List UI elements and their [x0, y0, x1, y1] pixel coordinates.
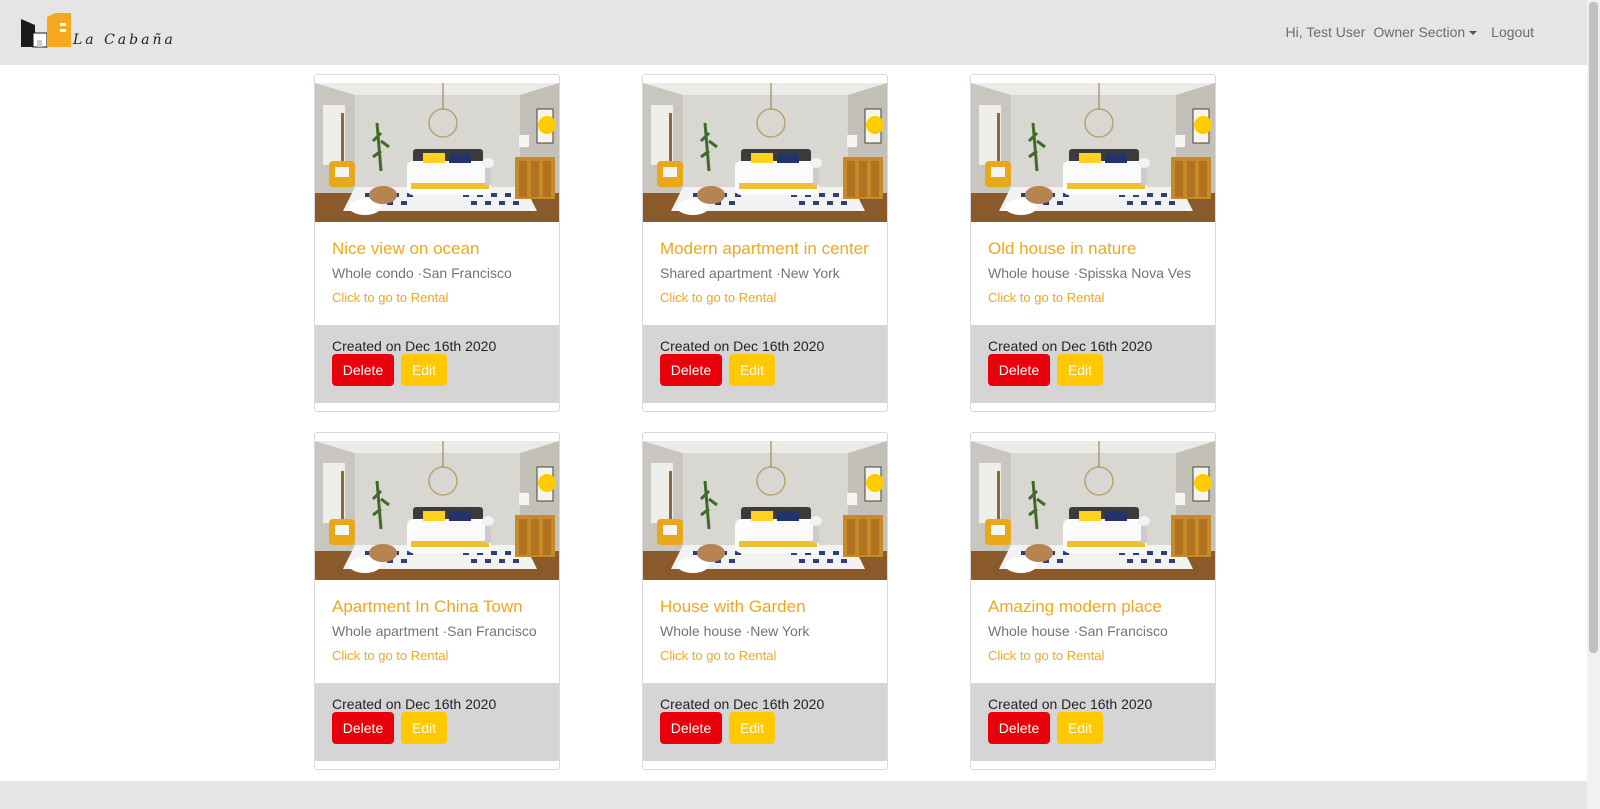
rental-card: House with Garden Whole house ·New York … [642, 432, 888, 770]
rental-image [971, 83, 1215, 222]
rental-city: Spisska Nova Ves [1078, 265, 1192, 281]
rental-subtitle: Whole apartment ·San Francisco [332, 623, 537, 639]
rental-link[interactable]: Click to go to Rental [988, 648, 1104, 663]
card-footer: Created on Dec 16th 2020 Delete Edit [643, 325, 887, 403]
rental-title: Amazing modern place [988, 597, 1162, 616]
card-footer: Created on Dec 16th 2020 Delete Edit [643, 683, 887, 761]
rental-subtitle: Whole condo ·San Francisco [332, 265, 512, 281]
rental-card: Nice view on ocean Whole condo ·San Fran… [314, 74, 560, 412]
rental-link[interactable]: Click to go to Rental [988, 290, 1104, 305]
user-greeting: Hi, Test User [1285, 24, 1366, 40]
brand-logo[interactable]: La Cabaña [19, 13, 189, 53]
edit-button[interactable]: Edit [401, 712, 447, 744]
rental-title: Modern apartment in center [660, 239, 869, 258]
owner-section-dropdown[interactable]: Owner Section [1373, 24, 1478, 40]
rental-city: San Francisco [447, 623, 537, 639]
rental-subtitle: Whole house ·New York [660, 623, 810, 639]
rental-image [643, 441, 887, 580]
card-footer: Created on Dec 16th 2020 Delete Edit [315, 683, 559, 761]
rental-type: Whole condo [332, 265, 414, 281]
rental-city: San Francisco [422, 265, 512, 281]
rental-city: New York [750, 623, 810, 639]
rental-type: Whole house [988, 265, 1070, 281]
delete-button[interactable]: Delete [988, 712, 1050, 744]
user-nav: Hi, Test User Owner Section Logout [1285, 24, 1534, 40]
rental-type: Whole house [660, 623, 742, 639]
rental-city: San Francisco [1078, 623, 1168, 639]
top-navbar: La Cabaña Hi, Test User Owner Section Lo… [0, 0, 1587, 65]
brand-name: La Cabaña [73, 32, 176, 48]
page-footer [0, 781, 1587, 809]
caret-down-icon [1469, 30, 1478, 35]
rental-image [643, 83, 887, 222]
rental-title: Nice view on ocean [332, 239, 480, 258]
delete-button[interactable]: Delete [660, 354, 722, 386]
delete-button[interactable]: Delete [660, 712, 722, 744]
card-footer: Created on Dec 16th 2020 Delete Edit [315, 325, 559, 403]
rental-card: Apartment In China Town Whole apartment … [314, 432, 560, 770]
rental-image [315, 441, 559, 580]
rental-subtitle: Whole house ·San Francisco [988, 623, 1168, 639]
edit-button[interactable]: Edit [1057, 354, 1103, 386]
rental-subtitle: Shared apartment ·New York [660, 265, 840, 281]
delete-button[interactable]: Delete [332, 354, 394, 386]
delete-button[interactable]: Delete [988, 354, 1050, 386]
created-date: Created on Dec 16th 2020 [660, 696, 825, 712]
rental-city: New York [780, 265, 840, 281]
edit-button[interactable]: Edit [401, 354, 447, 386]
rental-link[interactable]: Click to go to Rental [332, 648, 448, 663]
rental-type: Whole apartment [332, 623, 439, 639]
rental-card: Modern apartment in center Shared apartm… [642, 74, 888, 412]
rental-title: House with Garden [660, 597, 806, 616]
logout-link[interactable]: Logout [1491, 24, 1534, 40]
vertical-scrollbar[interactable] [1587, 0, 1600, 809]
edit-button[interactable]: Edit [729, 354, 775, 386]
delete-button[interactable]: Delete [332, 712, 394, 744]
rental-subtitle: Whole house ·Spisska Nova Ves [988, 265, 1192, 281]
scrollbar-thumb[interactable] [1589, 2, 1598, 653]
rental-type: Shared apartment [660, 265, 773, 281]
card-footer: Created on Dec 16th 2020 Delete Edit [971, 325, 1215, 403]
created-date: Created on Dec 16th 2020 [988, 696, 1153, 712]
rental-title: Apartment In China Town [332, 597, 523, 616]
edit-button[interactable]: Edit [729, 712, 775, 744]
rental-link[interactable]: Click to go to Rental [332, 290, 448, 305]
edit-button[interactable]: Edit [1057, 712, 1103, 744]
owner-section-label: Owner Section [1373, 24, 1466, 40]
rental-card: Old house in nature Whole house ·Spisska… [970, 74, 1216, 412]
rental-image [315, 83, 559, 222]
rental-title: Old house in nature [988, 239, 1137, 258]
rental-card: Amazing modern place Whole house ·San Fr… [970, 432, 1216, 770]
created-date: Created on Dec 16th 2020 [332, 338, 497, 354]
rental-type: Whole house [988, 623, 1070, 639]
rental-link[interactable]: Click to go to Rental [660, 290, 776, 305]
created-date: Created on Dec 16th 2020 [988, 338, 1153, 354]
cabin-logo-icon [21, 13, 71, 48]
created-date: Created on Dec 16th 2020 [660, 338, 825, 354]
rental-link[interactable]: Click to go to Rental [660, 648, 776, 663]
rental-image [971, 441, 1215, 580]
card-footer: Created on Dec 16th 2020 Delete Edit [971, 683, 1215, 761]
created-date: Created on Dec 16th 2020 [332, 696, 497, 712]
